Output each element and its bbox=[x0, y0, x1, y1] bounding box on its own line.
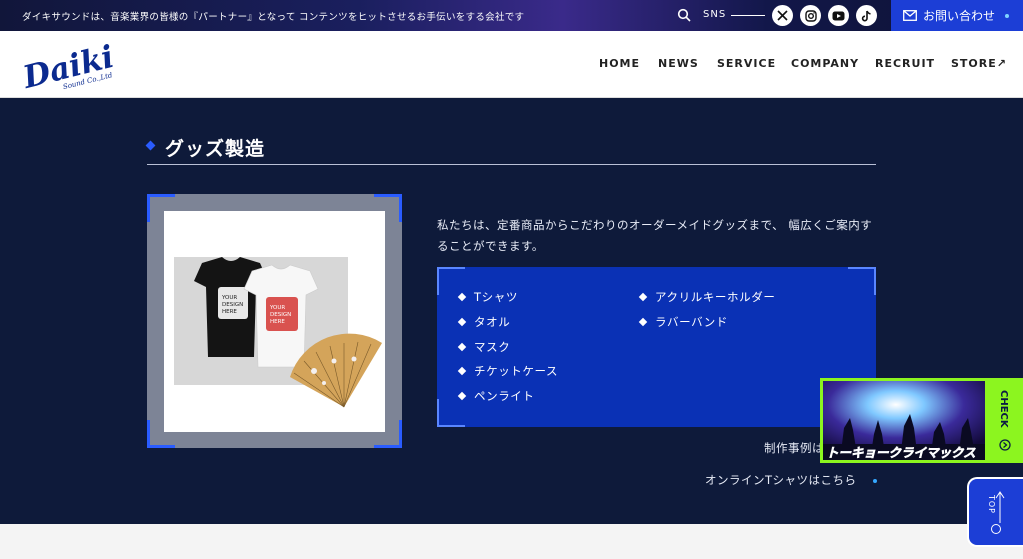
diamond-icon bbox=[638, 317, 648, 327]
online-tshirt-link[interactable]: オンラインTシャツはこちら bbox=[705, 472, 857, 488]
goods-photo-frame: YOUR DESIGN HERE YOUR DESIGN HERE bbox=[147, 194, 402, 448]
link-dot bbox=[873, 479, 877, 483]
title-divider bbox=[147, 164, 876, 165]
top-bar: ダイキサウンドは、音楽業界の皆様の『パートナー』となって コンテンツをヒットさせ… bbox=[0, 0, 1023, 31]
contact-label: お問い合わせ bbox=[923, 9, 996, 23]
list-item: マスク bbox=[457, 339, 510, 355]
tagline: ダイキサウンドは、音楽業界の皆様の『パートナー』となって コンテンツをヒットさせ… bbox=[22, 12, 525, 23]
section-title: グッズ製造 bbox=[165, 138, 266, 160]
sns-label: SNS bbox=[703, 9, 727, 20]
back-to-top-button[interactable]: TOP bbox=[967, 477, 1023, 547]
sns-divider bbox=[731, 15, 765, 16]
section-description: 私たちは、定番商品からこだわりのオーダーメイドグッズまで、 幅広くご案内すること… bbox=[437, 218, 873, 253]
tiktok-icon[interactable] bbox=[856, 5, 877, 26]
svg-text:TOP: TOP bbox=[987, 494, 996, 514]
svg-text:DESIGN: DESIGN bbox=[270, 312, 291, 318]
examples-link[interactable]: 制作事例は bbox=[764, 440, 824, 456]
list-item: ラバーバンド bbox=[638, 314, 728, 330]
title-diamond-icon bbox=[145, 140, 156, 151]
youtube-icon[interactable] bbox=[828, 5, 849, 26]
svg-text:YOUR: YOUR bbox=[221, 295, 237, 301]
goods-photo: YOUR DESIGN HERE YOUR DESIGN HERE bbox=[164, 211, 385, 432]
svg-text:CHECK: CHECK bbox=[998, 390, 1009, 429]
mail-icon bbox=[903, 10, 917, 21]
svg-text:トーキョークライマックス: トーキョークライマックス bbox=[826, 445, 976, 460]
logo[interactable]: Daiki Sound Co.,Ltd bbox=[19, 37, 120, 96]
nav-home[interactable]: HOME bbox=[599, 57, 640, 70]
nav-news[interactable]: NEWS bbox=[658, 57, 699, 70]
svg-text:HERE: HERE bbox=[222, 309, 237, 315]
diamond-icon bbox=[638, 292, 648, 302]
search-icon[interactable] bbox=[677, 8, 691, 22]
contact-dot bbox=[1005, 13, 1010, 18]
list-item: タオル bbox=[457, 314, 510, 330]
diamond-icon bbox=[457, 317, 467, 327]
diamond-icon bbox=[457, 342, 467, 352]
list-item: Tシャツ bbox=[457, 289, 518, 305]
instagram-icon[interactable] bbox=[800, 5, 821, 26]
nav-company[interactable]: COMPANY bbox=[791, 57, 859, 70]
diamond-icon bbox=[457, 391, 467, 401]
svg-text:YOUR: YOUR bbox=[269, 305, 285, 311]
diamond-icon bbox=[457, 366, 467, 376]
list-item: アクリルキーホルダー bbox=[638, 289, 775, 305]
nav-recruit[interactable]: RECRUIT bbox=[875, 57, 935, 70]
svg-text:DESIGN: DESIGN bbox=[222, 302, 243, 308]
site-header: Daiki Sound Co.,Ltd HOME NEWS SERVICE CO… bbox=[0, 31, 1023, 98]
list-item: ペンライト bbox=[457, 388, 535, 404]
list-item: チケットケース bbox=[457, 363, 558, 379]
promo-banner[interactable]: トーキョークライマックス CHECK bbox=[820, 378, 1023, 463]
contact-button[interactable]: お問い合わせ bbox=[891, 0, 1023, 31]
diamond-icon bbox=[457, 292, 467, 302]
goods-list-box: Tシャツ タオル マスク チケットケース ペンライト アクリルキーホルダー ラバ… bbox=[437, 267, 876, 427]
nav-store[interactable]: STORE↗ bbox=[951, 57, 1007, 70]
x-icon[interactable] bbox=[772, 5, 793, 26]
svg-text:HERE: HERE bbox=[270, 319, 285, 325]
nav-service[interactable]: SERVICE bbox=[717, 57, 776, 70]
